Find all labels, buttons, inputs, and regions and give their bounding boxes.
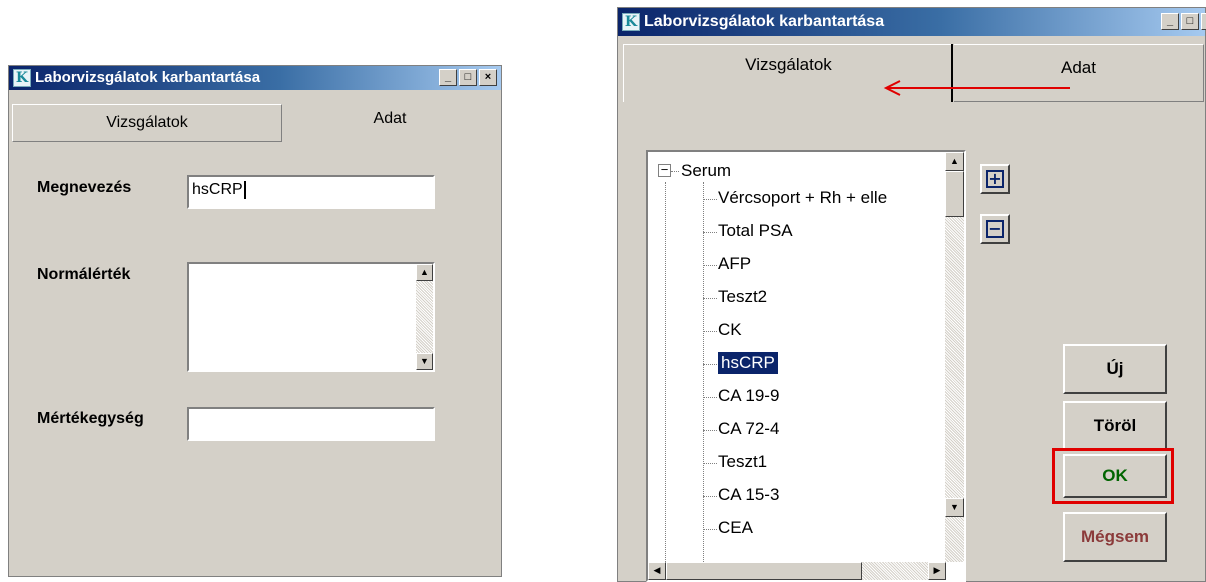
tree-guide-line [665, 182, 666, 580]
tree-item[interactable]: CA 19-9 [718, 385, 779, 407]
right-window-title: Laborvizsgálatok karbantartása [644, 13, 885, 30]
text-caret [243, 181, 246, 199]
name-label: Megnevezés [37, 179, 132, 196]
unit-field[interactable] [187, 407, 435, 441]
right-title-bar[interactable]: K Laborvizsgálatok karbantartása _ □ × [618, 8, 1206, 36]
tab-adat[interactable]: Adat [283, 102, 497, 140]
name-field[interactable]: hsCRP [187, 175, 435, 209]
tree-guide-line [703, 463, 717, 464]
unit-label: Mértékegység [37, 410, 144, 427]
delete-button-label: Töröl [1093, 416, 1137, 435]
left-window-controls: _ □ × [439, 69, 497, 86]
annotation-arrow [883, 80, 1070, 96]
cancel-button-label: Mégsem [1080, 527, 1150, 546]
plus-icon: + [986, 170, 1004, 188]
scroll-thumb[interactable] [945, 171, 964, 217]
scroll-up-icon[interactable]: ▲ [416, 264, 433, 281]
ok-button[interactable]: OK [1063, 454, 1167, 498]
tree-item[interactable]: CEA [718, 517, 753, 539]
tree-item[interactable]: Total PSA [718, 220, 793, 242]
tree-guide-line [703, 430, 717, 431]
tab-vizsgalatok-label: Vizsgálatok [745, 55, 832, 74]
tree-guide-line [703, 496, 717, 497]
new-button[interactable]: Új [1063, 344, 1167, 394]
close-icon[interactable]: × [479, 69, 497, 86]
tab-vizsgalatok[interactable]: Vizsgálatok [12, 104, 282, 142]
expand-all-button[interactable]: + [980, 164, 1010, 194]
test-tree[interactable]: − Serum Vércsoport + Rh + elle Total PSA A… [646, 150, 966, 582]
app-logo-icon: K [622, 13, 640, 31]
tab-adat-label: Adat [1061, 58, 1096, 77]
scroll-left-icon[interactable]: ◀ [648, 562, 666, 580]
collapse-all-button[interactable]: − [980, 214, 1010, 244]
scroll-up-icon[interactable]: ▲ [945, 152, 964, 171]
tree-item[interactable]: CA 72-4 [718, 418, 779, 440]
tree-collapse-icon[interactable]: − [658, 163, 671, 177]
tree-guide-line [703, 265, 717, 266]
ok-button-label: OK [1102, 466, 1128, 485]
tree-item[interactable]: CK [718, 319, 742, 341]
tree-guide-line [703, 397, 717, 398]
left-window: K Laborvizsgálatok karbantartása _ □ × V… [8, 65, 502, 577]
tree-guide-line [671, 171, 679, 172]
right-window: K Laborvizsgálatok karbantartása _ □ × V… [617, 7, 1206, 582]
app-logo-icon: K [13, 69, 31, 87]
tree-item[interactable]: CA 15-3 [718, 484, 779, 506]
scroll-right-icon[interactable]: ▶ [928, 562, 946, 580]
scroll-down-icon[interactable]: ▼ [416, 353, 433, 370]
tree-guide-line [703, 331, 717, 332]
tree-guide-line [703, 182, 704, 580]
tree-item[interactable]: Teszt2 [718, 286, 767, 308]
normal-value-label: Normálérték [37, 266, 131, 283]
tab-adat-label: Adat [373, 110, 407, 127]
tree-item[interactable]: Teszt1 [718, 451, 767, 473]
tree-guide-line [703, 199, 717, 200]
right-window-controls: _ □ × [1161, 13, 1206, 30]
close-icon[interactable]: × [1201, 13, 1206, 30]
minimize-icon[interactable]: _ [1161, 13, 1179, 30]
minus-icon: − [986, 220, 1004, 238]
left-title-bar[interactable]: K Laborvizsgálatok karbantartása _ □ × [9, 66, 501, 90]
new-button-label: Új [1106, 359, 1124, 378]
delete-button[interactable]: Töröl [1063, 401, 1167, 451]
maximize-icon[interactable]: □ [1181, 13, 1199, 30]
maximize-icon[interactable]: □ [459, 69, 477, 86]
name-field-value: hsCRP [192, 181, 243, 199]
normal-value-textarea[interactable]: ▲ ▼ [187, 262, 435, 372]
tree-guide-line [703, 364, 717, 365]
minimize-icon[interactable]: _ [439, 69, 457, 86]
cancel-button[interactable]: Mégsem [1063, 512, 1167, 562]
tree-root-serum[interactable]: Serum [681, 160, 731, 182]
tree-guide-line [703, 232, 717, 233]
tree-item[interactable]: Vércsoport + Rh + elle [718, 187, 887, 209]
tree-guide-line [703, 298, 717, 299]
hscroll-thumb[interactable] [666, 562, 862, 580]
tab-vizsgalatok-label: Vizsgálatok [106, 114, 188, 131]
scroll-down-icon[interactable]: ▼ [945, 498, 964, 517]
tree-guide-line [703, 529, 717, 530]
left-window-title: Laborvizsgálatok karbantartása [35, 69, 261, 86]
tree-item[interactable]: AFP [718, 253, 751, 275]
tree-item-selected[interactable]: hsCRP [717, 351, 779, 375]
